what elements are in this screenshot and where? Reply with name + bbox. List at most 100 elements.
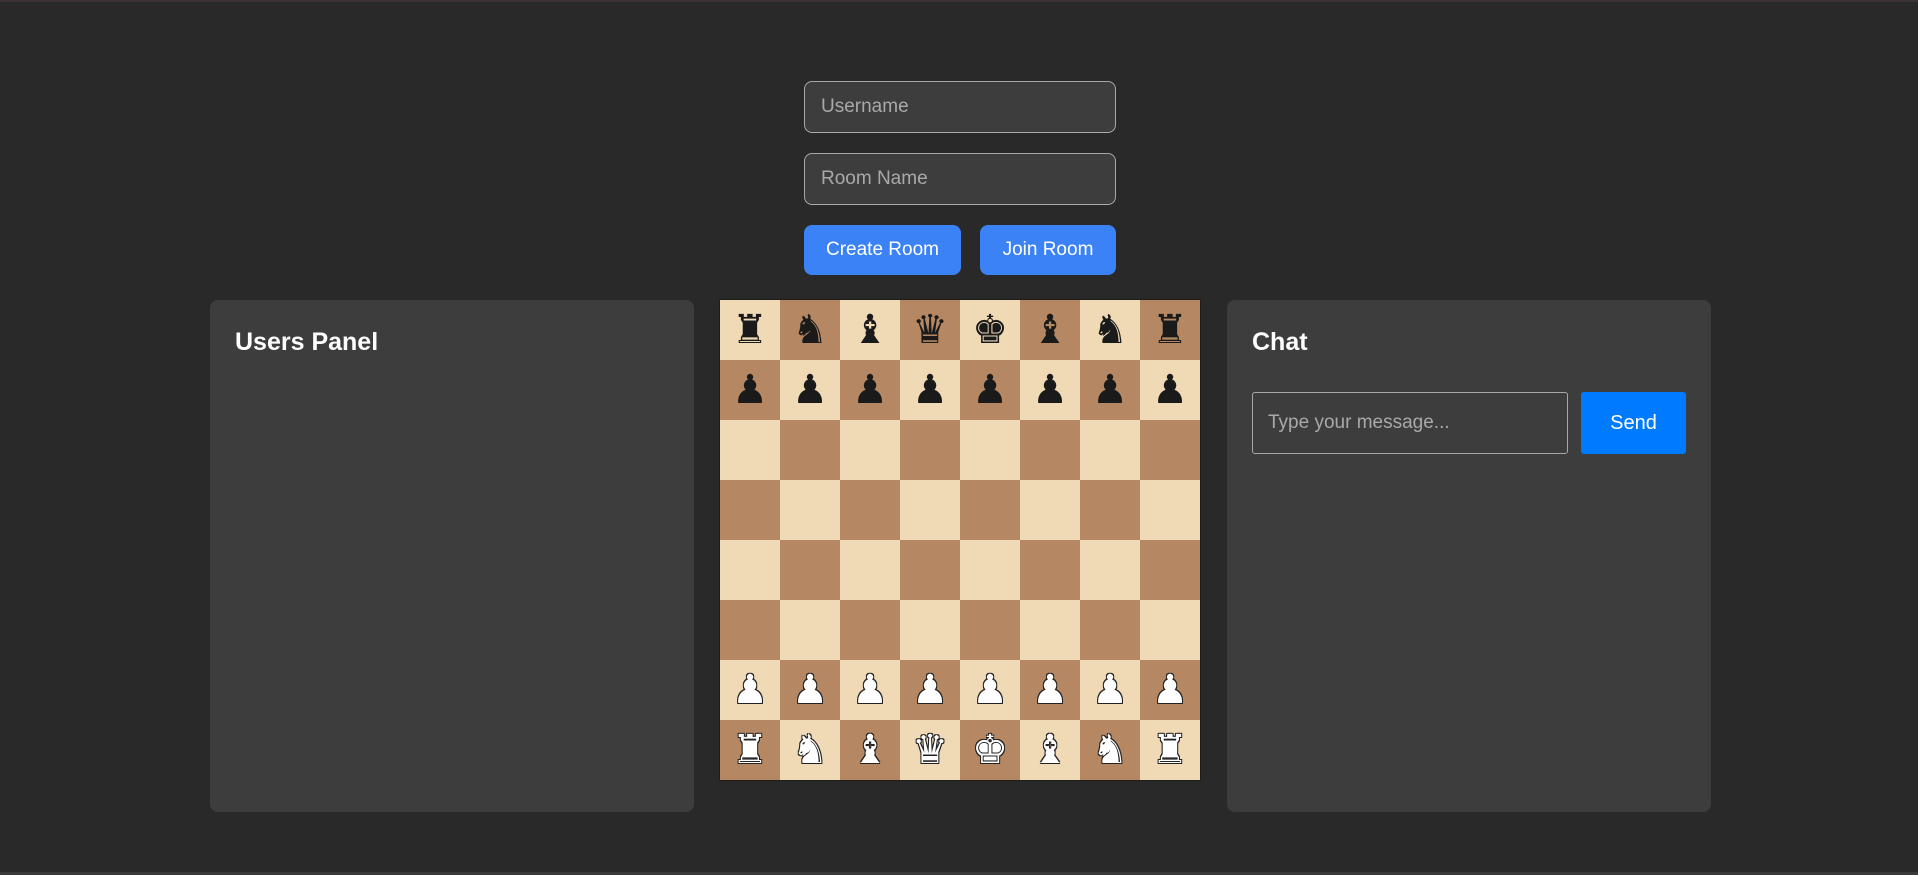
square-h1[interactable]: ♜ bbox=[1140, 720, 1200, 780]
square-e5[interactable] bbox=[960, 480, 1020, 540]
square-d7[interactable]: ♟ bbox=[900, 360, 960, 420]
room-name-input[interactable] bbox=[804, 153, 1116, 205]
square-b1[interactable]: ♞ bbox=[780, 720, 840, 780]
square-h7[interactable]: ♟ bbox=[1140, 360, 1200, 420]
square-f4[interactable] bbox=[1020, 540, 1080, 600]
white-pawn-icon[interactable]: ♟ bbox=[852, 670, 888, 710]
square-b5[interactable] bbox=[780, 480, 840, 540]
square-a4[interactable] bbox=[720, 540, 780, 600]
square-b7[interactable]: ♟ bbox=[780, 360, 840, 420]
join-room-button[interactable]: Join Room bbox=[980, 225, 1116, 275]
black-pawn-icon[interactable]: ♟ bbox=[792, 370, 828, 410]
create-room-button[interactable]: Create Room bbox=[804, 225, 961, 275]
black-king-icon[interactable]: ♚ bbox=[972, 310, 1008, 350]
black-pawn-icon[interactable]: ♟ bbox=[732, 370, 768, 410]
username-input[interactable] bbox=[804, 81, 1116, 133]
square-b2[interactable]: ♟ bbox=[780, 660, 840, 720]
black-bishop-icon[interactable]: ♝ bbox=[1032, 310, 1068, 350]
square-a1[interactable]: ♜ bbox=[720, 720, 780, 780]
square-a6[interactable] bbox=[720, 420, 780, 480]
black-pawn-icon[interactable]: ♟ bbox=[1152, 370, 1188, 410]
square-h8[interactable]: ♜ bbox=[1140, 300, 1200, 360]
square-g5[interactable] bbox=[1080, 480, 1140, 540]
white-rook-icon[interactable]: ♜ bbox=[1152, 730, 1188, 770]
square-d3[interactable] bbox=[900, 600, 960, 660]
square-g8[interactable]: ♞ bbox=[1080, 300, 1140, 360]
square-d2[interactable]: ♟ bbox=[900, 660, 960, 720]
white-pawn-icon[interactable]: ♟ bbox=[912, 670, 948, 710]
square-e8[interactable]: ♚ bbox=[960, 300, 1020, 360]
square-b3[interactable] bbox=[780, 600, 840, 660]
black-bishop-icon[interactable]: ♝ bbox=[852, 310, 888, 350]
white-pawn-icon[interactable]: ♟ bbox=[732, 670, 768, 710]
black-rook-icon[interactable]: ♜ bbox=[1152, 310, 1188, 350]
square-g4[interactable] bbox=[1080, 540, 1140, 600]
white-pawn-icon[interactable]: ♟ bbox=[1092, 670, 1128, 710]
chat-message-input[interactable] bbox=[1252, 392, 1568, 454]
square-f1[interactable]: ♝ bbox=[1020, 720, 1080, 780]
black-pawn-icon[interactable]: ♟ bbox=[912, 370, 948, 410]
square-g2[interactable]: ♟ bbox=[1080, 660, 1140, 720]
square-d8[interactable]: ♛ bbox=[900, 300, 960, 360]
black-queen-icon[interactable]: ♛ bbox=[912, 310, 948, 350]
square-c2[interactable]: ♟ bbox=[840, 660, 900, 720]
square-g7[interactable]: ♟ bbox=[1080, 360, 1140, 420]
square-f3[interactable] bbox=[1020, 600, 1080, 660]
white-knight-icon[interactable]: ♞ bbox=[1092, 730, 1128, 770]
black-rook-icon[interactable]: ♜ bbox=[732, 310, 768, 350]
square-d5[interactable] bbox=[900, 480, 960, 540]
square-b4[interactable] bbox=[780, 540, 840, 600]
square-d6[interactable] bbox=[900, 420, 960, 480]
square-e7[interactable]: ♟ bbox=[960, 360, 1020, 420]
send-button[interactable]: Send bbox=[1581, 392, 1686, 454]
black-knight-icon[interactable]: ♞ bbox=[1092, 310, 1128, 350]
black-pawn-icon[interactable]: ♟ bbox=[852, 370, 888, 410]
white-pawn-icon[interactable]: ♟ bbox=[972, 670, 1008, 710]
square-e4[interactable] bbox=[960, 540, 1020, 600]
square-a8[interactable]: ♜ bbox=[720, 300, 780, 360]
square-c1[interactable]: ♝ bbox=[840, 720, 900, 780]
square-g1[interactable]: ♞ bbox=[1080, 720, 1140, 780]
white-knight-icon[interactable]: ♞ bbox=[792, 730, 828, 770]
square-f8[interactable]: ♝ bbox=[1020, 300, 1080, 360]
square-c5[interactable] bbox=[840, 480, 900, 540]
square-f2[interactable]: ♟ bbox=[1020, 660, 1080, 720]
square-h2[interactable]: ♟ bbox=[1140, 660, 1200, 720]
white-rook-icon[interactable]: ♜ bbox=[732, 730, 768, 770]
black-pawn-icon[interactable]: ♟ bbox=[972, 370, 1008, 410]
square-e6[interactable] bbox=[960, 420, 1020, 480]
square-e1[interactable]: ♚ bbox=[960, 720, 1020, 780]
square-d1[interactable]: ♛ bbox=[900, 720, 960, 780]
square-a3[interactable] bbox=[720, 600, 780, 660]
square-f6[interactable] bbox=[1020, 420, 1080, 480]
black-pawn-icon[interactable]: ♟ bbox=[1032, 370, 1068, 410]
square-h5[interactable] bbox=[1140, 480, 1200, 540]
white-pawn-icon[interactable]: ♟ bbox=[792, 670, 828, 710]
square-a7[interactable]: ♟ bbox=[720, 360, 780, 420]
square-f5[interactable] bbox=[1020, 480, 1080, 540]
square-g6[interactable] bbox=[1080, 420, 1140, 480]
black-pawn-icon[interactable]: ♟ bbox=[1092, 370, 1128, 410]
square-h4[interactable] bbox=[1140, 540, 1200, 600]
square-c3[interactable] bbox=[840, 600, 900, 660]
white-bishop-icon[interactable]: ♝ bbox=[1032, 730, 1068, 770]
square-b8[interactable]: ♞ bbox=[780, 300, 840, 360]
square-e3[interactable] bbox=[960, 600, 1020, 660]
square-e2[interactable]: ♟ bbox=[960, 660, 1020, 720]
square-a5[interactable] bbox=[720, 480, 780, 540]
square-g3[interactable] bbox=[1080, 600, 1140, 660]
square-h6[interactable] bbox=[1140, 420, 1200, 480]
square-c4[interactable] bbox=[840, 540, 900, 600]
white-pawn-icon[interactable]: ♟ bbox=[1152, 670, 1188, 710]
white-bishop-icon[interactable]: ♝ bbox=[852, 730, 888, 770]
white-queen-icon[interactable]: ♛ bbox=[912, 730, 948, 770]
square-a2[interactable]: ♟ bbox=[720, 660, 780, 720]
square-b6[interactable] bbox=[780, 420, 840, 480]
square-h3[interactable] bbox=[1140, 600, 1200, 660]
square-c8[interactable]: ♝ bbox=[840, 300, 900, 360]
square-c6[interactable] bbox=[840, 420, 900, 480]
black-knight-icon[interactable]: ♞ bbox=[792, 310, 828, 350]
square-c7[interactable]: ♟ bbox=[840, 360, 900, 420]
white-king-icon[interactable]: ♚ bbox=[972, 730, 1008, 770]
square-f7[interactable]: ♟ bbox=[1020, 360, 1080, 420]
